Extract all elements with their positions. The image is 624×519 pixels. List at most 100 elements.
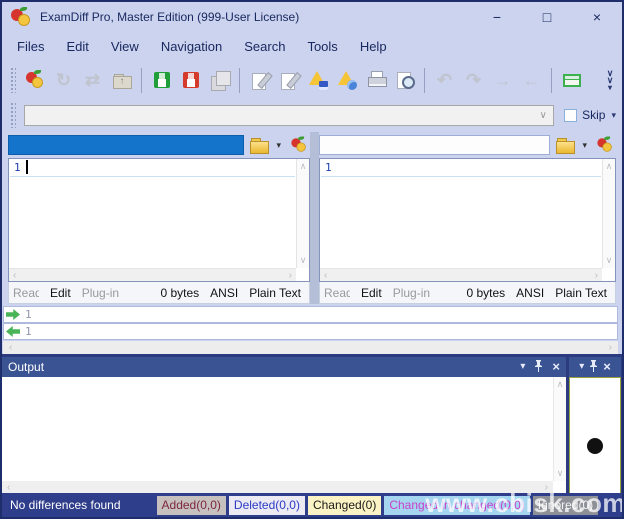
print-icon	[365, 69, 387, 91]
left-pane: ▾ 1 ∧ ∨ ‹ ›	[8, 132, 310, 304]
left-status-encoding[interactable]: ANSI	[210, 286, 238, 300]
scroll-up-icon[interactable]: ∧	[606, 161, 613, 172]
pin-icon[interactable]	[534, 360, 543, 375]
left-browse-dropdown-icon[interactable]: ▾	[274, 140, 283, 151]
scroll-up-icon[interactable]: ∧	[557, 379, 564, 390]
right-editor-vscrollbar[interactable]: ∧ ∨	[602, 159, 615, 268]
scroll-right-icon[interactable]: ›	[609, 342, 612, 353]
filterbar-grip[interactable]	[10, 102, 16, 128]
menu-edit[interactable]: Edit	[55, 35, 99, 58]
toolbar: ↻⇄↶↷→← ∨ ∨ ▾	[2, 60, 622, 100]
right-status-size: 0 bytes	[466, 286, 505, 300]
scroll-left-icon[interactable]: ‹	[7, 482, 10, 493]
left-status-plugin[interactable]: Plug-in	[82, 286, 119, 300]
toolbar-open-files-button	[107, 66, 136, 95]
statistics-pie-chart	[587, 438, 603, 454]
toolbar-undo-button: ↶	[430, 66, 459, 95]
skip-dropdown-icon[interactable]: ▾	[611, 110, 616, 121]
toolbar-compare-button[interactable]	[20, 66, 49, 95]
toolbar-single-pane-view-button[interactable]	[557, 66, 586, 95]
bottom-dock: Output ▾ × ∧ ∨	[2, 354, 622, 517]
right-status-edit[interactable]: Edit	[361, 286, 382, 300]
toolbar-grip[interactable]	[10, 67, 16, 93]
menu-search[interactable]: Search	[233, 35, 296, 58]
scroll-up-icon[interactable]: ∧	[300, 161, 307, 172]
status-segment-4: Ignored(0)	[533, 496, 598, 515]
copy-to-left-icon[interactable]	[6, 326, 20, 337]
right-compare-button[interactable]	[596, 136, 615, 155]
right-status-plugin[interactable]: Plug-in	[393, 286, 430, 300]
menu-files[interactable]: Files	[6, 35, 55, 58]
left-editor-vscrollbar[interactable]: ∧ ∨	[296, 159, 309, 268]
right-editor-hscrollbar[interactable]: ‹ ›	[320, 268, 602, 281]
skip-checkbox[interactable]	[564, 109, 577, 122]
pane-splitter[interactable]	[310, 132, 319, 304]
scroll-down-icon[interactable]: ∨	[300, 255, 307, 266]
menu-navigation[interactable]: Navigation	[150, 35, 233, 58]
copy-to-right-icon[interactable]	[6, 309, 20, 320]
status-message: No differences found	[10, 498, 121, 512]
toolbar-publish-differences-button[interactable]	[332, 66, 361, 95]
toolbar-edit-second-file-button[interactable]	[274, 66, 303, 95]
menu-view[interactable]: View	[100, 35, 150, 58]
output-vscrollbar[interactable]: ∧ ∨	[553, 377, 566, 481]
toolbar-save-second-file-button[interactable]	[176, 66, 205, 95]
toolbar-save-differences-button[interactable]	[303, 66, 332, 95]
right-status-encoding[interactable]: ANSI	[516, 286, 544, 300]
toolbar-edit-first-file-button[interactable]	[245, 66, 274, 95]
left-compare-button[interactable]	[290, 136, 309, 155]
right-browse-dropdown-icon[interactable]: ▾	[580, 140, 589, 151]
scroll-down-icon[interactable]: ∨	[606, 255, 613, 266]
scroll-left-icon[interactable]: ‹	[9, 342, 12, 353]
scroll-down-icon[interactable]: ∨	[557, 468, 564, 479]
scroll-left-icon[interactable]: ‹	[13, 270, 16, 281]
save-all-icon	[209, 69, 231, 91]
left-status-format[interactable]: Plain Text	[249, 286, 301, 300]
toolbar-print-button[interactable]	[361, 66, 390, 95]
open-icon	[111, 69, 133, 91]
right-editor[interactable]: 1 ∧ ∨ ‹ ›	[319, 158, 616, 282]
toolbar-overflow-button[interactable]: ∨ ∨ ▾	[602, 70, 618, 91]
status-segment-0: Added(0,0)	[157, 496, 226, 515]
minimize-button[interactable]: −	[472, 2, 522, 32]
examdiff-window: ExamDiff Pro, Master Edition (999-User L…	[0, 0, 624, 519]
filter-combobox[interactable]: ∨	[24, 105, 554, 126]
close-panel-icon[interactable]: ×	[552, 362, 560, 372]
menu-tools[interactable]: Tools	[296, 35, 348, 58]
right-status-format[interactable]: Plain Text	[555, 286, 607, 300]
scroll-left-icon[interactable]: ‹	[324, 270, 327, 281]
toolbar-print-preview-button[interactable]	[390, 66, 419, 95]
right-line-number: 1	[325, 161, 332, 174]
output-panel-header: Output ▾ ×	[2, 357, 566, 377]
right-path-field[interactable]	[319, 135, 550, 155]
pin-icon[interactable]	[589, 360, 598, 375]
toolbar-save-first-file-button[interactable]	[147, 66, 176, 95]
left-editor[interactable]: 1 ∧ ∨ ‹ ›	[8, 158, 310, 282]
scroll-right-icon[interactable]: ›	[545, 482, 548, 493]
close-button[interactable]: ×	[572, 2, 622, 32]
panel-menu-icon[interactable]: ▾	[579, 362, 584, 372]
statusbar: No differences found Added(0,0)Deleted(0…	[2, 493, 622, 517]
left-editor-hscrollbar[interactable]: ‹ ›	[9, 268, 296, 281]
merge-row-first[interactable]: 1	[3, 306, 618, 323]
left-path-field[interactable]	[8, 135, 244, 155]
merge-hscrollbar[interactable]: ‹ ›	[3, 341, 618, 354]
left-browse-button[interactable]	[249, 137, 269, 153]
left-status-edit[interactable]: Edit	[50, 286, 71, 300]
edit-icon	[278, 69, 300, 91]
panel-menu-icon[interactable]: ▾	[520, 362, 525, 372]
merge-row-second[interactable]: 1	[3, 323, 618, 340]
combobox-dropdown-icon[interactable]: ∨	[533, 110, 553, 121]
save-red-icon	[180, 69, 202, 91]
scroll-right-icon[interactable]: ›	[595, 270, 598, 281]
left-status-size: 0 bytes	[160, 286, 199, 300]
compare-area: ▾ 1 ∧ ∨ ‹ ›	[2, 130, 622, 354]
output-panel-title: Output	[8, 360, 520, 374]
maximize-button[interactable]: □	[522, 2, 572, 32]
right-browse-button[interactable]	[555, 137, 575, 153]
menu-help[interactable]: Help	[349, 35, 398, 58]
edit-icon	[249, 69, 271, 91]
scroll-right-icon[interactable]: ›	[289, 270, 292, 281]
close-panel-icon[interactable]: ×	[603, 362, 611, 372]
tri-globe-icon	[336, 69, 358, 91]
